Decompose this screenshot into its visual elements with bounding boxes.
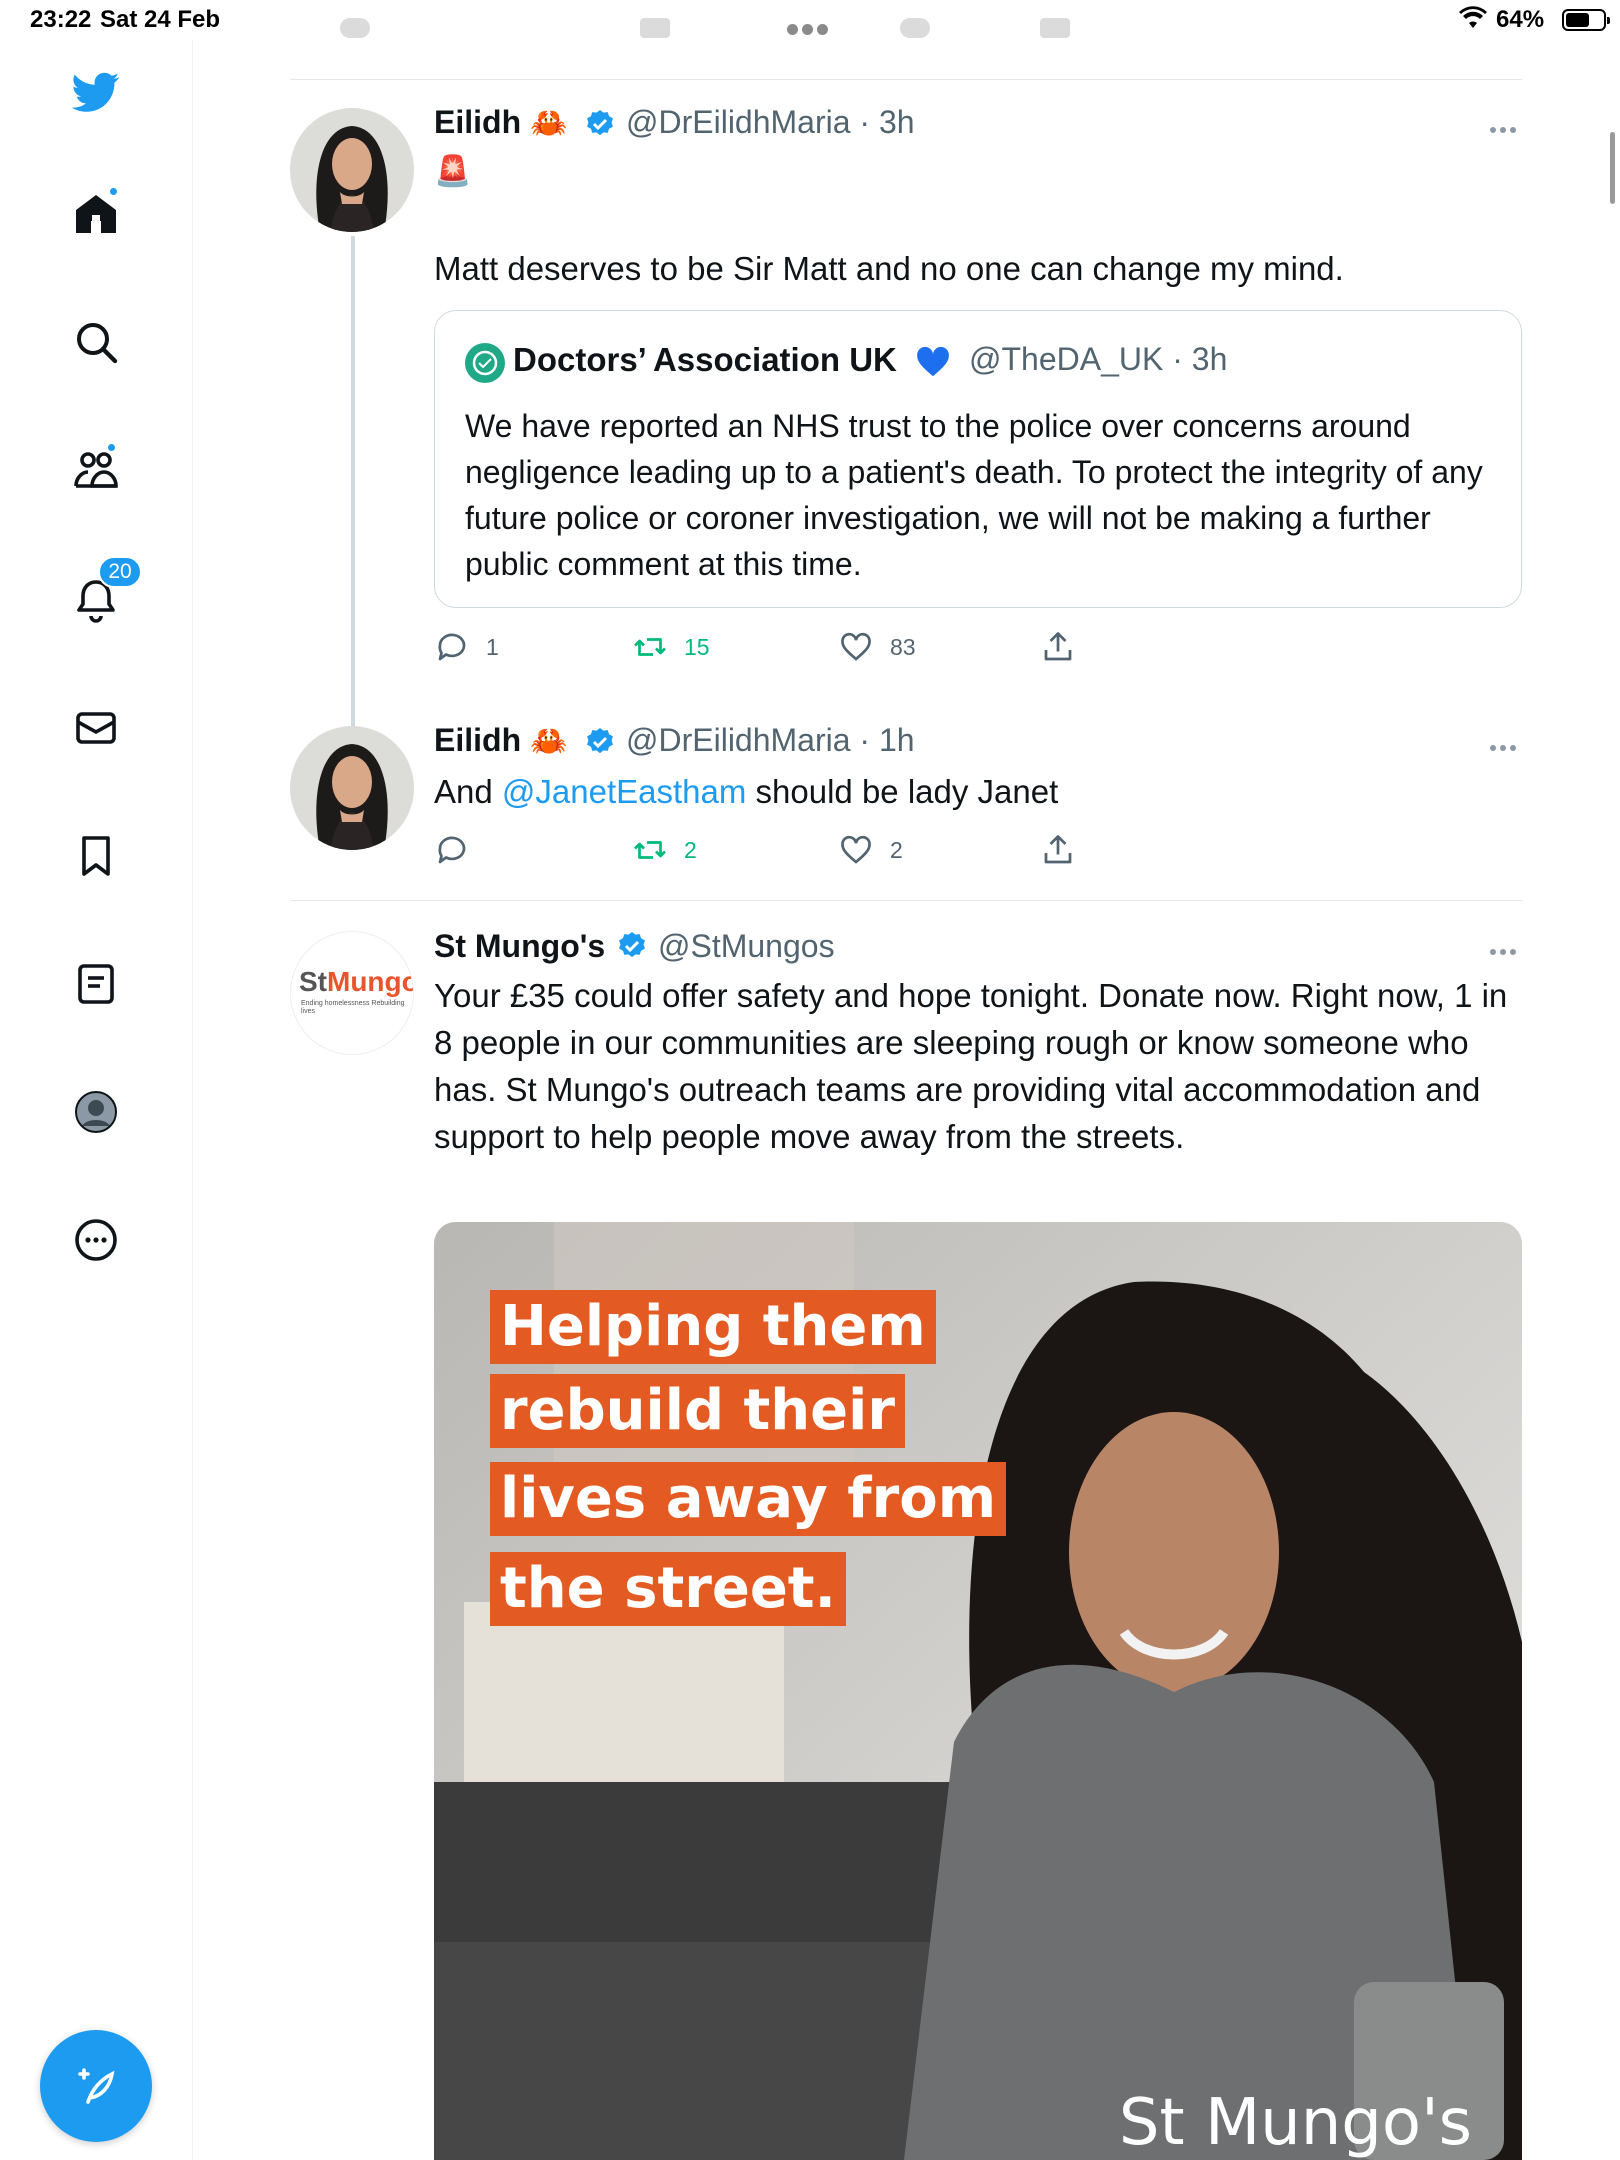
tweet-media-image[interactable]: Helping them rebuild their lives away fr… [434, 1222, 1522, 2160]
profile-avatar-icon[interactable] [66, 1082, 126, 1142]
tweet-handle-time[interactable]: @DrEilidhMaria · 1h [626, 722, 915, 759]
scrollbar[interactable] [1610, 132, 1615, 204]
blue-heart-icon [917, 346, 949, 377]
media-caption-line: Helping them [490, 1290, 936, 1364]
tweet-handle[interactable]: @StMungos [658, 928, 835, 965]
mention-link[interactable]: @JanetEastham [502, 773, 746, 810]
lists-icon[interactable] [66, 954, 126, 1014]
retweet-button[interactable]: 2 [632, 830, 697, 870]
like-count: 83 [890, 633, 916, 660]
tweet-text: Matt deserves to be Sir Matt and no one … [434, 250, 1344, 287]
sidebar-nav: 20 [0, 40, 193, 2160]
communities-notification-dot [106, 442, 117, 453]
tweet-author-name[interactable]: St Mungo's [434, 928, 605, 965]
compose-tweet-button[interactable] [40, 2030, 152, 2142]
like-button[interactable]: 83 [838, 627, 916, 667]
doctors-association-logo-icon [465, 343, 505, 383]
tweet-author-name[interactable]: Eilidh 🦀 [434, 104, 567, 141]
tweet-more-menu-icon[interactable] [1490, 120, 1522, 133]
tweet-text: Your £35 could offer safety and hope ton… [434, 977, 1508, 1155]
heart-icon [841, 632, 871, 661]
quoted-handle-time: @TheDA_UK · 3h [969, 341, 1228, 377]
divider [290, 79, 1522, 80]
share-button[interactable] [1040, 627, 1092, 667]
twitter-logo-icon[interactable] [66, 62, 126, 122]
reply-button[interactable] [434, 830, 486, 870]
avatar-eilidh[interactable] [290, 726, 414, 850]
share-button[interactable] [1040, 830, 1092, 870]
like-button[interactable]: 2 [838, 830, 903, 870]
st-mungos-logo-text: StMungo's [299, 966, 413, 998]
verified-badge-icon [587, 110, 613, 136]
status-date: Sat 24 Feb [100, 6, 221, 33]
previous-tweet-actions-partial [340, 14, 1140, 42]
like-count: 2 [890, 836, 903, 863]
bookmarks-icon[interactable] [66, 826, 126, 886]
retweet-icon [634, 841, 666, 859]
thread-connector-line [351, 236, 355, 726]
notifications-badge: 20 [98, 556, 142, 588]
crab-emoji-icon: 🦀 [530, 725, 568, 758]
logo-tagline: Ending homelessness Rebuilding lives [301, 1000, 405, 1015]
author-name-text: Eilidh [434, 104, 522, 140]
reply-icon [438, 836, 466, 864]
battery-percent: 64% [1496, 6, 1545, 33]
logo-st: St [299, 966, 327, 997]
wifi-icon [1459, 6, 1487, 28]
siren-emoji-icon: 🚨 [434, 155, 472, 188]
tweet-more-menu-icon[interactable] [1490, 738, 1522, 751]
tweet-text-part: should be lady Janet [746, 773, 1059, 810]
quoted-tweet-text: We have reported an NHS trust to the pol… [465, 408, 1483, 582]
tweet-handle-time[interactable]: @DrEilidhMaria · 3h [626, 104, 915, 141]
verified-badge-icon [587, 728, 613, 754]
quoted-tweet-card[interactable]: Doctors’ Association UK @TheDA_UK · 3h W… [434, 310, 1522, 608]
messages-envelope-icon[interactable] [66, 698, 126, 758]
logo-mungos: Mungo's [327, 966, 413, 997]
media-caption-line: lives away from [490, 1462, 1007, 1536]
retweet-button[interactable]: 15 [632, 627, 710, 667]
more-options-icon[interactable] [66, 1210, 126, 1270]
retweet-icon [634, 638, 666, 656]
avatar-st-mungos-logo[interactable]: StMungo's Ending homelessness Rebuilding… [290, 931, 414, 1055]
heart-icon [841, 835, 871, 864]
share-icon [1044, 835, 1072, 864]
media-caption-line: the street. [490, 1552, 846, 1626]
explore-search-icon[interactable] [66, 312, 126, 372]
status-time: 23:22 [30, 6, 92, 33]
feather-icon [78, 2068, 115, 2104]
quoted-author-name: Doctors’ Association UK [513, 341, 897, 378]
tweet-more-menu-icon[interactable] [1490, 942, 1522, 955]
st-mungos-watermark: St Mungo's [1118, 2086, 1472, 2160]
crab-emoji-icon: 🦀 [530, 107, 568, 140]
share-icon [1044, 632, 1072, 661]
tweet-text: And @JanetEastham should be lady Janet [434, 768, 1524, 815]
avatar-eilidh[interactable] [290, 108, 414, 232]
retweet-count: 2 [684, 836, 697, 863]
author-name-text: Eilidh [434, 722, 522, 758]
home-icon[interactable] [66, 184, 126, 244]
verified-badge-icon [619, 932, 645, 958]
reply-button[interactable]: 1 [434, 627, 499, 667]
battery-icon [1562, 9, 1610, 31]
reply-count: 1 [486, 633, 499, 660]
divider [290, 900, 1522, 901]
retweet-count: 15 [684, 633, 710, 660]
home-notification-dot [108, 186, 119, 197]
tweet-text-part: And [434, 773, 502, 810]
communities-icon[interactable] [66, 440, 126, 500]
tweet-author-name[interactable]: Eilidh 🦀 [434, 722, 567, 759]
reply-icon [438, 633, 466, 661]
media-caption-line: rebuild their [490, 1374, 905, 1448]
